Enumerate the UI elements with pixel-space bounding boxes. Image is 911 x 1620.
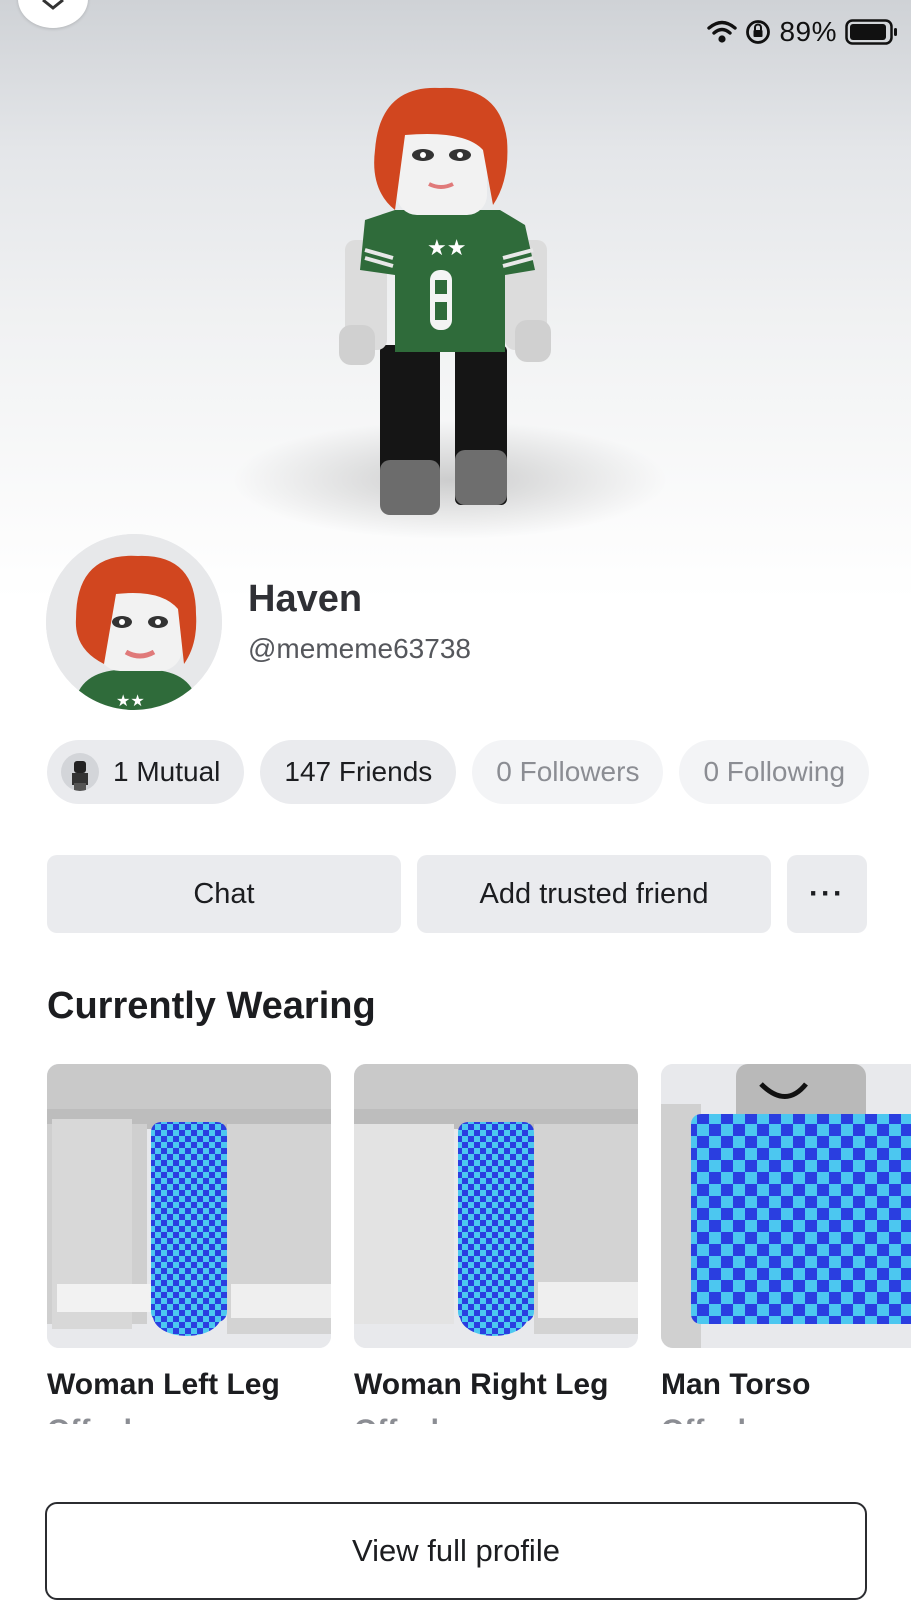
battery-icon <box>845 19 897 45</box>
mutual-avatar <box>61 753 99 791</box>
more-icon: ··· <box>809 877 845 910</box>
wearing-carousel[interactable]: Woman Left Leg Offsale <box>47 1064 911 1424</box>
add-trusted-friend-button[interactable]: Add trusted friend <box>417 855 771 933</box>
svg-text:★★: ★★ <box>427 236 466 261</box>
avatar-headshot-image: ★★ <box>46 534 222 710</box>
close-icon <box>42 0 64 10</box>
wearing-item[interactable]: Woman Left Leg Offsale <box>47 1064 331 1424</box>
avatar-hero: 89% ★★ <box>0 0 911 600</box>
svg-text:★★: ★★ <box>116 691 145 710</box>
item-name: Man Torso <box>661 1368 811 1401</box>
wearing-item[interactable]: Man Torso Offsale <box>661 1064 911 1424</box>
status-bar: 89% <box>707 14 899 50</box>
friends-chip[interactable]: 147 Friends <box>260 740 457 804</box>
username: @mememe63738 <box>248 633 471 664</box>
mutual-chip[interactable]: 1 Mutual <box>47 740 245 804</box>
item-thumbnail <box>47 1064 331 1348</box>
item-status: Offsale <box>661 1414 911 1424</box>
followers-chip[interactable]: 0 Followers <box>472 740 664 804</box>
wearing-item[interactable]: Woman Right Leg Offsale <box>354 1064 638 1424</box>
wifi-icon <box>707 20 738 43</box>
item-status: Offsale <box>354 1414 638 1424</box>
item-name: Woman Left Leg <box>47 1368 280 1401</box>
stats-row: 1 Mutual 147 Friends 0 Followers 0 Follo… <box>47 740 870 804</box>
action-row: Chat Add trusted friend ··· <box>47 855 867 933</box>
battery-percent: 89% <box>779 16 837 47</box>
rotation-lock-icon <box>746 20 771 44</box>
friends-label: 147 Friends <box>284 756 433 787</box>
mutual-label: 1 Mutual <box>113 756 221 787</box>
avatar-3d-image: ★★ <box>339 87 551 515</box>
following-label: 0 Following <box>703 756 846 787</box>
item-thumbnail <box>354 1064 638 1348</box>
following-chip[interactable]: 0 Following <box>679 740 870 804</box>
followers-label: 0 Followers <box>496 756 640 787</box>
view-full-profile-button[interactable]: View full profile <box>45 1502 867 1600</box>
avatar[interactable]: ★★ <box>46 534 222 710</box>
display-name: Haven <box>248 578 363 620</box>
item-name: Woman Right Leg <box>354 1368 609 1401</box>
close-button[interactable] <box>18 0 88 28</box>
currently-wearing-title: Currently Wearing <box>47 985 376 1027</box>
item-status: Offsale <box>47 1414 331 1424</box>
more-button[interactable]: ··· <box>787 855 867 933</box>
chat-button[interactable]: Chat <box>47 855 401 933</box>
item-thumbnail <box>661 1064 911 1348</box>
